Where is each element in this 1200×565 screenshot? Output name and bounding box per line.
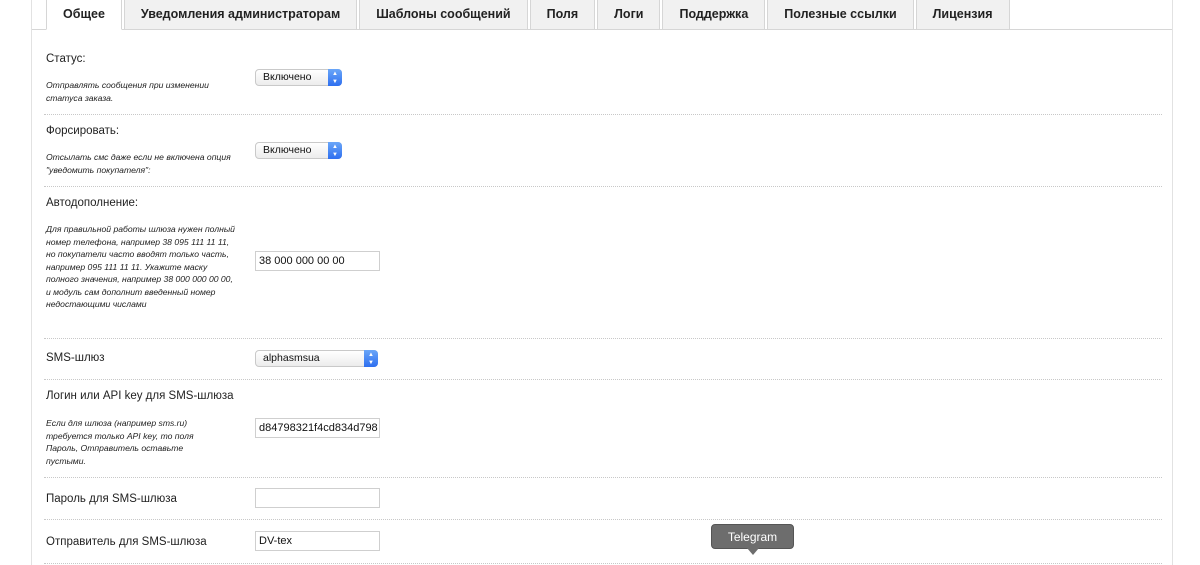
status-select[interactable]: Включено ▲ ▼	[255, 69, 342, 86]
status-help: Отправлять сообщения при изменении стату…	[46, 80, 209, 103]
chevron-up-down-icon: ▲ ▼	[328, 142, 342, 159]
tab-useful-links[interactable]: Полезные ссылки	[767, 0, 914, 30]
tab-logs[interactable]: Логи	[597, 0, 661, 30]
password-label: Пароль для SMS-шлюза	[46, 493, 177, 505]
gateway-select[interactable]: alphasmsua ▲ ▼	[255, 350, 378, 367]
force-select[interactable]: Включено ▲ ▼	[255, 142, 342, 159]
login-api-key-input[interactable]: d84798321f4cd834d798	[255, 418, 380, 438]
login-help: Если для шлюза (например sms.ru) требует…	[46, 418, 194, 466]
gateway-row: SMS-шлюз alphasmsua ▲ ▼	[44, 339, 1162, 380]
autocomplete-help: Для правильной работы шлюза нужен полный…	[46, 224, 235, 309]
autocomplete-label: Автодополнение:	[46, 197, 139, 209]
password-input[interactable]	[255, 488, 380, 508]
telegram-tooltip: Telegram	[711, 524, 794, 555]
autocomplete-row: Автодополнение: Для правильной работы шл…	[44, 187, 1162, 339]
tab-general[interactable]: Общее	[46, 0, 122, 30]
gateway-label: SMS-шлюз	[46, 352, 105, 364]
tab-bar: Общее Уведомления администраторам Шаблон…	[46, 0, 1012, 30]
login-row: Логин или API key для SMS-шлюза Если для…	[44, 380, 1162, 478]
tab-support[interactable]: Поддержка	[662, 0, 766, 30]
force-label: Форсировать:	[46, 125, 120, 137]
tab-admin-notifications[interactable]: Уведомления администраторам	[123, 0, 358, 30]
tab-message-templates[interactable]: Шаблоны сообщений	[359, 0, 528, 30]
tab-fields[interactable]: Поля	[529, 0, 596, 30]
chevron-up-down-icon: ▲ ▼	[328, 69, 342, 86]
status-select-value: Включено	[263, 71, 312, 83]
sender-label: Отправитель для SMS-шлюза	[46, 536, 207, 548]
force-help: Отсылать смс даже если не включена опция…	[46, 152, 231, 175]
settings-page: Общее Уведомления администраторам Шаблон…	[31, 0, 1173, 565]
chevron-up-down-icon: ▲ ▼	[364, 350, 378, 367]
force-select-value: Включено	[263, 144, 312, 156]
force-row: Форсировать: Отсылать смс даже если не в…	[44, 115, 1162, 187]
status-row: Статус: Отправлять сообщения при изменен…	[44, 41, 1162, 115]
tab-license[interactable]: Лицензия	[915, 0, 1010, 30]
sender-row: Отправитель для SMS-шлюза DV-tex	[44, 520, 1162, 564]
login-label: Логин или API key для SMS-шлюза	[46, 390, 234, 402]
status-label: Статус:	[46, 53, 86, 65]
gateway-select-value: alphasmsua	[263, 352, 320, 364]
autocomplete-mask-input[interactable]: 38 000 000 00 00	[255, 251, 380, 271]
password-row: Пароль для SMS-шлюза	[44, 478, 1162, 520]
sender-input[interactable]: DV-tex	[255, 531, 380, 551]
